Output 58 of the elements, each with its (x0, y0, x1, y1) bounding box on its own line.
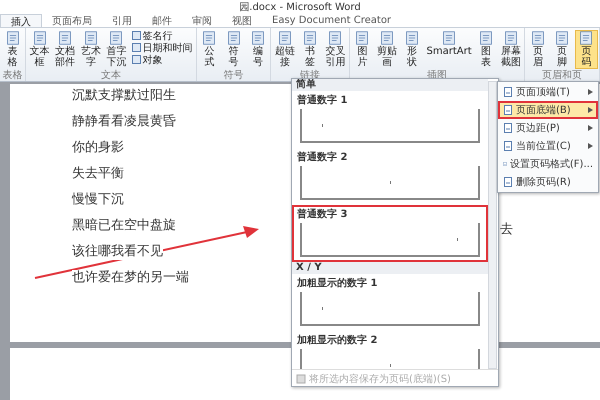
ribbon-button[interactable]: 屏幕截图 (498, 30, 524, 69)
ribbon-tab[interactable]: 视图 (222, 14, 262, 27)
ribbon-button[interactable]: 剪贴画 (374, 30, 400, 69)
ribbon-button[interactable]: 对象 (130, 54, 195, 65)
ribbon-tab[interactable]: 审阅 (182, 14, 222, 27)
group-label: 表格 (2, 70, 23, 81)
menu-item-disabled: 将所选内容保存为页码(底端)(S) (309, 372, 451, 386)
ribbon-button[interactable]: 公式 (198, 30, 221, 69)
gallery-item[interactable]: 加粗显示的数字 1 (292, 274, 488, 331)
ribbon-button[interactable]: 超链接 (272, 30, 298, 69)
page-icon (503, 123, 513, 133)
ribbon-button[interactable]: 页眉 (526, 30, 550, 69)
menu-item[interactable]: 页面顶端(T) (498, 83, 598, 101)
ribbon-button[interactable]: 编号 (246, 30, 270, 69)
ribbon-button[interactable]: 签名行 (130, 30, 195, 41)
ribbon-button[interactable]: 符号 (222, 30, 246, 69)
scrollbar[interactable] (488, 81, 497, 369)
ribbon-button[interactable]: 交叉引用 (322, 30, 348, 69)
ribbon-button[interactable]: 艺术字 (78, 30, 104, 69)
ribbon-button[interactable]: 形状 (400, 30, 424, 69)
group-label: 页眉和页 (542, 70, 582, 81)
submenu-arrow-icon (588, 107, 593, 113)
gallery-item[interactable]: 普通数字 1 (292, 91, 488, 148)
ribbon-button[interactable]: 日期和时间 (130, 42, 195, 53)
ribbon-button[interactable]: SmartArt (424, 30, 474, 69)
ribbon-button[interactable]: 图表 (474, 30, 498, 69)
ribbon-button[interactable]: 表格 (1, 30, 24, 69)
ribbon-tab[interactable]: 引用 (102, 14, 142, 27)
ribbon-tab[interactable]: Easy Document Creator (262, 14, 402, 27)
submenu-arrow-icon (588, 89, 593, 95)
page-icon (503, 87, 513, 97)
ribbon-button[interactable]: 书签 (298, 30, 322, 69)
ribbon-button[interactable]: 页脚 (550, 30, 574, 69)
menu-item[interactable]: 页边距(P) (498, 119, 598, 137)
page-icon (503, 159, 507, 169)
text-fragment: 去 (500, 221, 513, 238)
page-icon (503, 105, 513, 115)
ribbon-button[interactable]: 页码 (574, 30, 598, 69)
menu-item[interactable]: 删除页码(R) (498, 173, 598, 191)
page-icon (503, 141, 513, 151)
menu-item[interactable]: 当前位置(C) (498, 137, 598, 155)
ribbon-tab[interactable]: 插入 (0, 14, 42, 27)
window-title: 园.docx - Microsoft Word (239, 0, 361, 14)
ribbon-button[interactable]: 首字下沉 (104, 30, 129, 69)
group-label: 文本 (100, 70, 121, 81)
submenu-arrow-icon (588, 143, 593, 149)
page-icon (503, 177, 513, 187)
menu-item[interactable]: 设置页码格式(F)... (498, 155, 598, 173)
ribbon-tab[interactable]: 页面布局 (42, 14, 102, 27)
section-header: X / Y (292, 262, 488, 274)
submenu-arrow-icon (588, 125, 593, 131)
group-label: 符号 (224, 70, 244, 81)
ribbon-button[interactable]: 文档部件 (52, 30, 78, 69)
ribbon-button[interactable]: 文本框 (27, 30, 52, 69)
ribbon-tab[interactable]: 邮件 (142, 14, 182, 27)
ribbon-button[interactable]: 图片 (350, 30, 374, 69)
gallery-item[interactable]: 普通数字 2 (292, 148, 488, 205)
menu-item[interactable]: 页面底端(B) (498, 101, 598, 119)
